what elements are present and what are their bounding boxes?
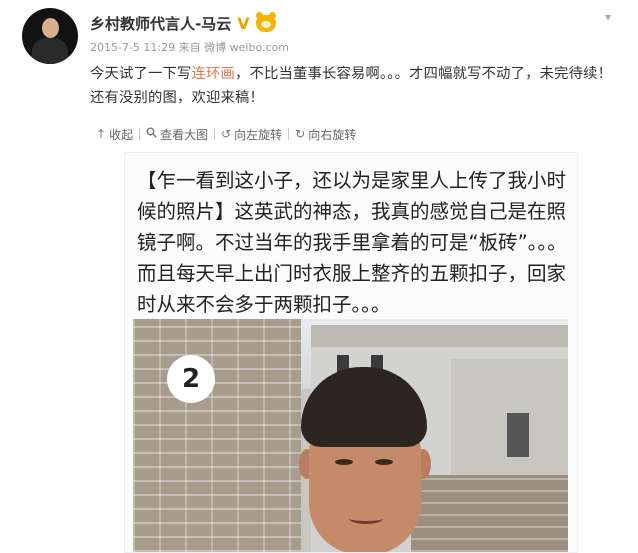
verified-badge-icon: V <box>237 13 250 33</box>
house-window <box>507 413 529 457</box>
image-caption: 【乍一看到这小子，还以为是家里人上传了我小时候的照片】这英武的神态，我真的感觉自… <box>137 169 567 316</box>
view-large-button[interactable]: 查看大图 <box>140 126 214 143</box>
post-text-before: 今天试了一下写 <box>90 66 192 82</box>
magnifier-icon <box>146 127 157 141</box>
photo-boy <box>283 367 443 552</box>
post-image[interactable]: 【乍一看到这小子，还以为是家里人上传了我小时候的照片】这英武的神态，我真的感觉自… <box>124 152 578 553</box>
comic-panel-photo: 2 <box>133 319 568 552</box>
author-name[interactable]: 乡村教师代言人-马云 <box>90 13 231 34</box>
avatar-head <box>42 18 59 38</box>
boy-hair <box>301 367 427 447</box>
author-avatar[interactable] <box>22 8 78 64</box>
source-prefix: 来自 <box>178 41 201 54</box>
rotate-left-label: 向左旋转 <box>234 127 283 142</box>
house-roof <box>311 325 568 347</box>
boy-eye <box>335 459 353 465</box>
post-source[interactable]: 微博 weibo.com <box>204 41 289 54</box>
rotate-left-icon: ↺ <box>221 127 232 141</box>
collapse-label: 收起 <box>109 127 134 142</box>
post-text: 今天试了一下写连环画，不比当董事长容易啊。。。才四幅就写不动了，未完待续！还有没… <box>90 62 625 110</box>
view-large-label: 查看大图 <box>160 127 209 142</box>
rotate-right-icon: ↻ <box>295 127 306 141</box>
post-time[interactable]: 2015-7-5 11:29 <box>90 41 175 54</box>
rotate-left-button[interactable]: ↺ 向左旋转 <box>215 126 288 143</box>
photo-brick-wall <box>133 319 301 552</box>
bear-badge-icon <box>255 11 276 32</box>
post-meta: 2015-7-5 11:29 来自 微博 weibo.com <box>90 39 289 55</box>
author-row: 乡村教师代言人-马云 V <box>90 11 276 34</box>
panel-number-badge: 2 <box>167 355 215 403</box>
arrow-up-icon: ↑ <box>96 127 107 141</box>
boy-eye <box>375 459 393 465</box>
collapse-button[interactable]: ↑ 收起 <box>90 126 139 143</box>
rotate-right-label: 向右旋转 <box>308 127 357 142</box>
chevron-down-icon[interactable]: ▾ <box>600 10 616 26</box>
avatar-body <box>32 38 68 64</box>
boy-mouth <box>349 513 383 524</box>
post-text-highlight-link[interactable]: 连环画 <box>191 66 235 82</box>
rotate-right-button[interactable]: ↻ 向右旋转 <box>289 126 362 143</box>
image-toolbar: ↑ 收起 查看大图 ↺ 向左旋转 ↻ 向右旋转 <box>90 124 362 144</box>
